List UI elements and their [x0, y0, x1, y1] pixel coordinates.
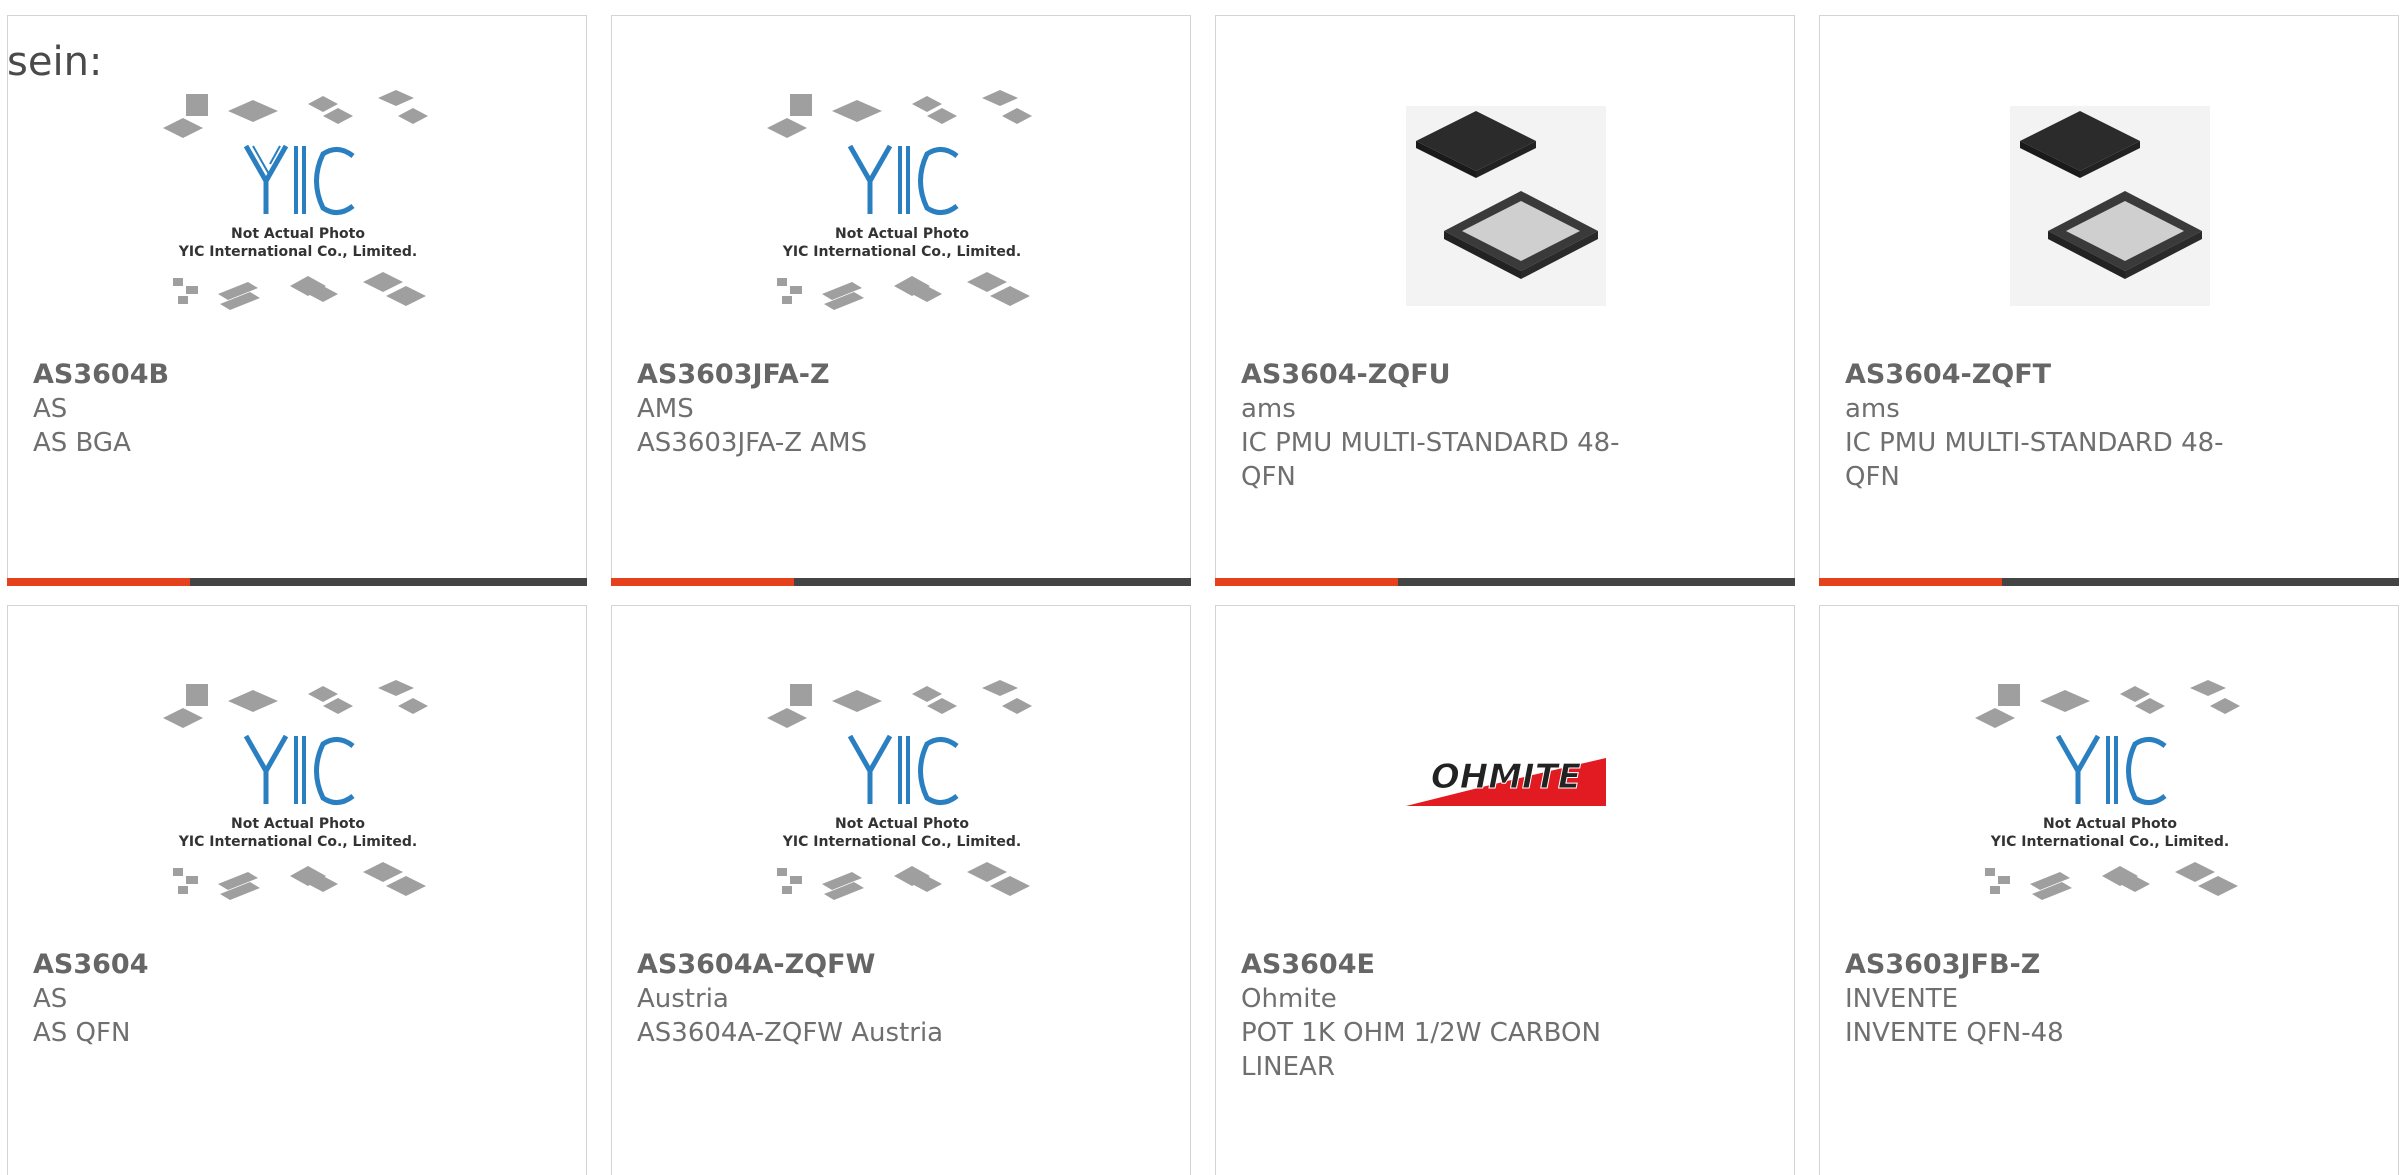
description: INVENTE QFN-48 — [1845, 1018, 2064, 1048]
product-card[interactable]: AS3604-ZQFT ams IC PMU MULTI-STANDARD 48… — [1819, 15, 2399, 586]
manufacturer: AS — [33, 984, 68, 1014]
qfn-chip-image — [1366, 86, 1646, 316]
product-card[interactable]: Not Actual Photo YIC International Co., … — [1819, 605, 2399, 1175]
description: AS3604A-ZQFW Austria — [637, 1018, 944, 1048]
svg-text:YIC International Co., Limited: YIC International Co., Limited. — [782, 244, 1021, 260]
placeholder-image: Not Actual Photo YIC International Co., … — [1970, 676, 2250, 906]
part-number[interactable]: AS3604 — [33, 948, 553, 982]
manufacturer: AS — [33, 394, 68, 424]
part-number[interactable]: AS3604E — [1241, 948, 1761, 982]
product-card[interactable]: Not Actual Photo YIC International Co., … — [611, 15, 1191, 586]
product-card[interactable]: Not Actual Photo YIC International Co., … — [7, 15, 587, 586]
product-card[interactable]: AS3604-ZQFU ams IC PMU MULTI-STANDARD 48… — [1215, 15, 1795, 586]
ohmite-logo-image: OHMITE — [1366, 676, 1646, 906]
part-number[interactable]: AS3604B — [33, 358, 553, 392]
placeholder-image: Not Actual Photo YIC International Co., … — [762, 86, 1042, 316]
svg-text:Not Actual Photo: Not Actual Photo — [2043, 816, 2177, 832]
part-number[interactable]: AS3604-ZQFU — [1241, 358, 1761, 392]
svg-text:YIC International Co., Limited: YIC International Co., Limited. — [178, 244, 417, 260]
description: AS3603JFA-Z AMS — [637, 428, 868, 458]
part-number[interactable]: AS3604A-ZQFW — [637, 948, 1157, 982]
svg-text:OHMITE: OHMITE — [1431, 757, 1581, 797]
description: AS QFN — [33, 1018, 131, 1048]
part-number[interactable]: AS3604-ZQFT — [1845, 358, 2365, 392]
manufacturer: INVENTE — [1845, 984, 1959, 1014]
manufacturer: ams — [1845, 394, 1900, 424]
manufacturer: AMS — [637, 394, 694, 424]
manufacturer: Austria — [637, 984, 729, 1014]
svg-text:YIC International Co., Limited: YIC International Co., Limited. — [178, 834, 417, 850]
qfn-chip-image — [1970, 86, 2250, 316]
product-card[interactable]: OHMITE AS3604E Ohmite POT 1K OHM 1/2W CA… — [1215, 605, 1795, 1175]
svg-text:YIC International Co., Limited: YIC International Co., Limited. — [1990, 834, 2229, 850]
card-accent-bar — [7, 578, 587, 586]
manufacturer: Ohmite — [1241, 984, 1337, 1014]
description: IC PMU MULTI-STANDARD 48-QFN — [1845, 428, 2224, 492]
placeholder-image: Not Actual Photo YIC International Co., … — [762, 676, 1042, 906]
part-number[interactable]: AS3603JFA-Z — [637, 358, 1157, 392]
card-accent-bar — [611, 578, 1191, 586]
card-accent-bar — [1819, 578, 2399, 586]
product-card[interactable]: Not Actual Photo YIC International Co., … — [7, 605, 587, 1175]
placeholder-image: Not Actual Photo YIC International Co., … — [158, 86, 438, 316]
svg-text:YIC International Co., Limited: YIC International Co., Limited. — [782, 834, 1021, 850]
product-grid: Not Actual Photo YIC International Co., … — [0, 0, 2400, 1175]
description: IC PMU MULTI-STANDARD 48-QFN — [1241, 428, 1620, 492]
svg-text:Not Actual Photo: Not Actual Photo — [835, 226, 969, 242]
description: AS BGA — [33, 428, 131, 458]
manufacturer: ams — [1241, 394, 1296, 424]
product-card[interactable]: Not Actual Photo YIC International Co., … — [611, 605, 1191, 1175]
intro-text: sein: — [7, 39, 103, 85]
card-accent-bar — [1215, 578, 1795, 586]
description: POT 1K OHM 1/2W CARBON LINEAR — [1241, 1018, 1601, 1082]
svg-text:Not Actual Photo: Not Actual Photo — [835, 816, 969, 832]
svg-text:Not Actual Photo: Not Actual Photo — [231, 226, 365, 242]
svg-text:Not Actual Photo: Not Actual Photo — [231, 816, 365, 832]
placeholder-image: Not Actual Photo YIC International Co., … — [158, 676, 438, 906]
part-number[interactable]: AS3603JFB-Z — [1845, 948, 2365, 982]
